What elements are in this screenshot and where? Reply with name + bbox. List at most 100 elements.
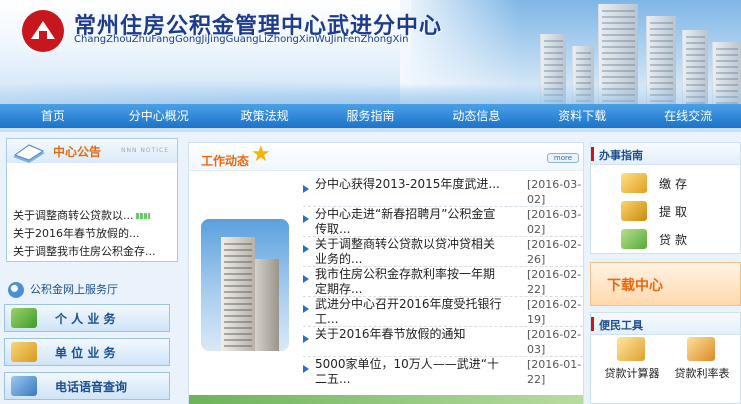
news-row[interactable]: 我市住房公积金存款利率按一年期定期存... [2016-02-22] (303, 267, 583, 297)
nav-item-overview[interactable]: 分中心概况 (106, 104, 212, 128)
rate-table-icon (687, 337, 715, 361)
right-column: 办事指南 缴存 提取 贷款 下载中心 便民工具 贷款计算器 贷款利率表 (590, 142, 741, 404)
money-bag-icon (621, 201, 647, 221)
unit-business-label: 单 位 业 务 (55, 345, 116, 360)
bullet-icon (303, 365, 309, 373)
news-date: [2016-03-02] (527, 208, 582, 236)
section-marker (591, 317, 594, 331)
tool-label: 贷款利率表 (674, 367, 730, 380)
news-row[interactable]: 关于调整商转公贷款以贷冲贷相关业务的... [2016-02-26] (303, 237, 583, 267)
green-banner-strip (189, 395, 583, 404)
news-row[interactable]: 分中心获得2013-2015年度武进... [2016-03-02] (303, 177, 583, 207)
arrow-icon (11, 308, 37, 328)
download-center-banner[interactable]: 下载中心 (590, 262, 741, 306)
notice-tag: NNN NOTICE (121, 147, 169, 154)
site-header: 常州住房公积金管理中心武进分中心 ChangZhouZhuFangGongJiJ… (0, 0, 741, 104)
work-news-panel: 工作动态 ★ more 分中心获得2013-2015年度武进... [2016-… (188, 142, 584, 404)
download-center-label: 下载中心 (607, 278, 663, 294)
building-photo (201, 219, 289, 351)
left-column: 中心公告 NNN NOTICE 关于调整商转公贷款以... 关于2016年春节放… (0, 132, 178, 404)
notice-list: 关于调整商转公贷款以... 关于2016年春节放假的... 关于调整我市住房公积… (13, 207, 177, 261)
tool-loan-rate-table[interactable]: 贷款利率表 (667, 335, 737, 404)
guide-item-label: 贷款 (659, 233, 692, 247)
header-wave-decoration (0, 74, 741, 104)
guide-item-deposit[interactable]: 缴存 (591, 169, 740, 197)
news-date: [2016-02-26] (527, 238, 582, 266)
guide-item-withdraw[interactable]: 提取 (591, 197, 740, 225)
notice-header: 中心公告 NNN NOTICE (7, 139, 177, 163)
personal-business-button[interactable]: 个 人 业 务 (4, 304, 170, 332)
bullet-icon (303, 275, 309, 283)
bullet-icon (303, 185, 309, 193)
tools-panel: 便民工具 贷款计算器 贷款利率表 (590, 312, 741, 404)
nav-item-online-chat[interactable]: 在线交流 (635, 104, 741, 128)
nav-item-service-guide[interactable]: 服务指南 (318, 104, 424, 128)
bullet-icon (303, 335, 309, 343)
online-service-label: 公积金网上服务厅 (30, 283, 118, 296)
guide-item-loan[interactable]: 贷款 (591, 225, 740, 253)
work-news-title: 工作动态 (201, 154, 250, 168)
notice-item[interactable]: 关于2016年春节放假的... (13, 225, 177, 243)
news-title[interactable]: 分中心获得2013-2015年度武进... (315, 177, 503, 207)
notice-item-text[interactable]: 关于调整我市住房公积金存... (13, 245, 156, 258)
news-date: [2016-03-02] (527, 178, 582, 206)
personal-business-label: 个 人 业 务 (55, 311, 116, 326)
news-row[interactable]: 5000家单位，10万人——武进“十二五... [2016-01-22] (303, 357, 583, 387)
nav-item-downloads[interactable]: 资料下载 (529, 104, 635, 128)
photo-tower (221, 237, 255, 351)
notice-title: 中心公告 (53, 145, 102, 159)
notice-item[interactable]: 关于调整我市住房公积金存... (13, 243, 177, 261)
guide-item-label: 提取 (659, 205, 692, 219)
news-title[interactable]: 关于2016年春节放假的通知 (315, 327, 503, 357)
news-date: [2016-01-22] (527, 358, 582, 386)
tools-header: 便民工具 (591, 313, 740, 335)
star-icon: ★ (251, 142, 271, 167)
notice-item[interactable]: 关于调整商转公贷款以... (13, 207, 177, 225)
nav-item-home[interactable]: 首页 (0, 104, 106, 128)
section-marker (591, 147, 594, 161)
news-title[interactable]: 武进分中心召开2016年度受托银行工... (315, 297, 503, 327)
site-subtitle: ChangZhouZhuFangGongJiJingGuangLiZhongXi… (74, 34, 409, 45)
coins-icon (621, 173, 647, 193)
news-date: [2016-02-19] (527, 298, 582, 326)
notice-panel: 中心公告 NNN NOTICE 关于调整商转公贷款以... 关于2016年春节放… (6, 138, 178, 262)
tools-title: 便民工具 (599, 319, 643, 332)
work-news-header: 工作动态 ★ more (189, 143, 583, 171)
phone-query-label: 电话语音查询 (55, 379, 128, 394)
main-nav: 首页 分中心概况 政策法规 服务指南 动态信息 资料下载 在线交流 (0, 104, 741, 128)
notice-item-text[interactable]: 关于调整商转公贷款以... (13, 209, 134, 222)
bullet-icon (303, 245, 309, 253)
guide-item-label: 缴存 (659, 177, 692, 191)
news-title[interactable]: 关于调整商转公贷款以贷冲贷相关业务的... (315, 237, 503, 267)
news-title[interactable]: 5000家单位，10万人——武进“十二五... (315, 357, 503, 387)
service-guide-panel: 办事指南 缴存 提取 贷款 (590, 142, 741, 254)
bullet-icon (303, 305, 309, 313)
calculator-icon (617, 337, 645, 361)
photo-tower (255, 259, 279, 351)
folder-icon (11, 342, 37, 362)
banknote-icon (621, 229, 647, 249)
online-service-title: 公积金网上服务厅 (8, 280, 118, 300)
page: 常州住房公积金管理中心武进分中心 ChangZhouZhuFangGongJiJ… (0, 0, 741, 404)
nav-item-policies[interactable]: 政策法规 (212, 104, 318, 128)
news-title[interactable]: 分中心走进“新春招聘月”公积金宣传取... (315, 207, 503, 237)
bullet-icon (303, 215, 309, 223)
more-button[interactable]: more (547, 153, 579, 163)
news-title[interactable]: 我市住房公积金存款利率按一年期定期存... (315, 267, 503, 297)
service-guide-title: 办事指南 (599, 149, 643, 162)
unit-business-button[interactable]: 单 位 业 务 (4, 338, 170, 366)
news-row[interactable]: 分中心走进“新春招聘月”公积金宣传取... [2016-03-02] (303, 207, 583, 237)
service-guide-header: 办事指南 (591, 143, 740, 165)
new-badge-icon (135, 213, 150, 219)
news-row[interactable]: 关于2016年春节放假的通知 [2016-02-03] (303, 327, 583, 357)
notice-item-text[interactable]: 关于2016年春节放假的... (13, 227, 139, 240)
tool-label: 贷款计算器 (604, 367, 660, 380)
news-row[interactable]: 武进分中心召开2016年度受托银行工... [2016-02-19] (303, 297, 583, 327)
news-date: [2016-02-03] (527, 328, 582, 356)
tool-loan-calculator[interactable]: 贷款计算器 (597, 335, 667, 404)
document-icon (11, 376, 37, 396)
site-logo[interactable] (22, 10, 64, 52)
magnifier-icon (8, 282, 24, 298)
phone-query-button[interactable]: 电话语音查询 (4, 372, 170, 400)
nav-item-news[interactable]: 动态信息 (423, 104, 529, 128)
